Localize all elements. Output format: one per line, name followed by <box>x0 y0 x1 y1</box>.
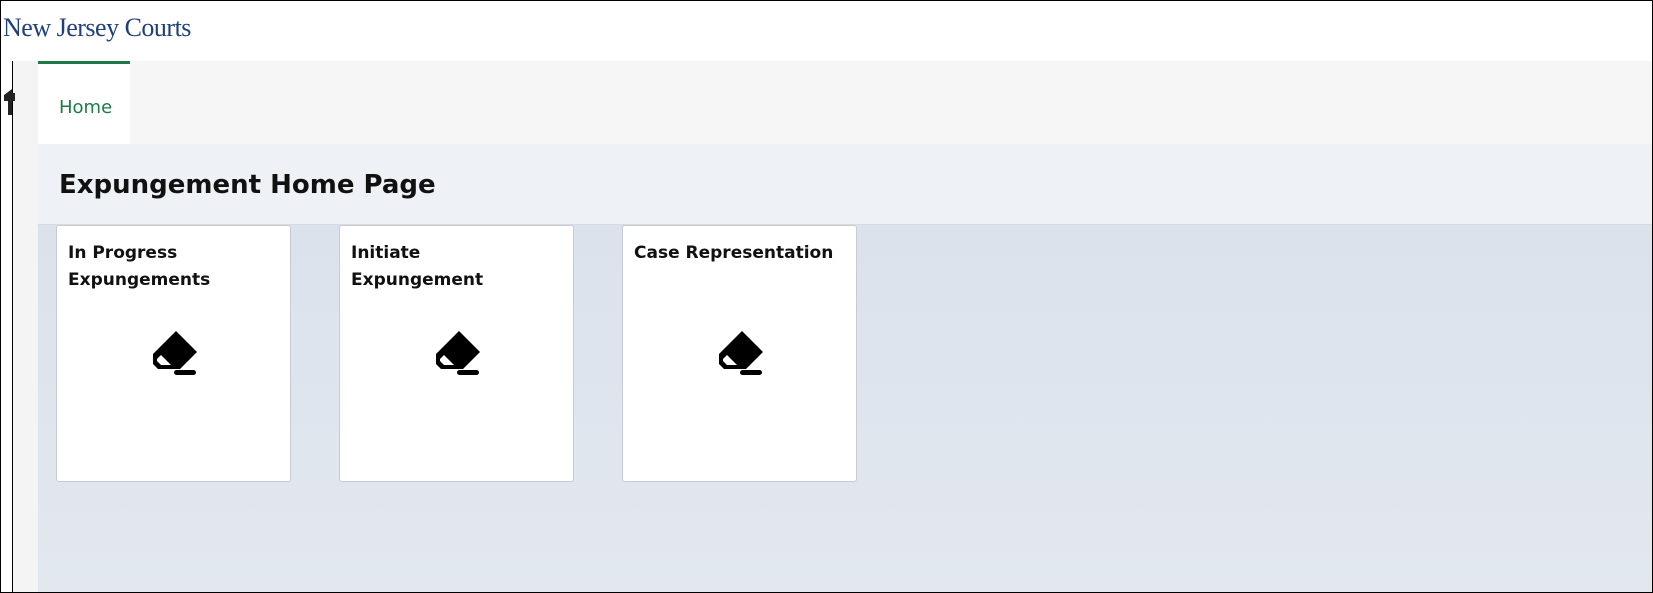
eraser-icon <box>719 331 763 375</box>
tile-initiate-expungement[interactable]: Initiate Expungement <box>339 225 574 482</box>
tiles-area: In Progress Expungements Initiate Expung… <box>38 224 1652 592</box>
page-title: Expungement Home Page <box>59 170 436 200</box>
tile-case-representation[interactable]: Case Representation <box>622 225 857 482</box>
tile-in-progress-expungements[interactable]: In Progress Expungements <box>56 225 291 482</box>
main-content: Expungement Home Page In Progress Expung… <box>38 144 1652 592</box>
tab-bar: Home <box>38 61 1652 144</box>
tile-title: Initiate Expungement <box>351 243 484 290</box>
home-icon[interactable] <box>3 89 17 115</box>
app-window: New Jersey Courts Home Expungement Home … <box>0 0 1653 593</box>
left-rail <box>13 61 38 592</box>
eraser-icon <box>436 331 480 375</box>
tab-home-label: Home <box>59 97 113 118</box>
tile-title: Case Representation <box>634 243 834 263</box>
tab-home[interactable]: Home <box>38 61 130 144</box>
brand-logo-text[interactable]: New Jersey Courts <box>3 13 191 43</box>
tile-title: In Progress Expungements <box>68 243 211 290</box>
eraser-icon <box>153 331 197 375</box>
